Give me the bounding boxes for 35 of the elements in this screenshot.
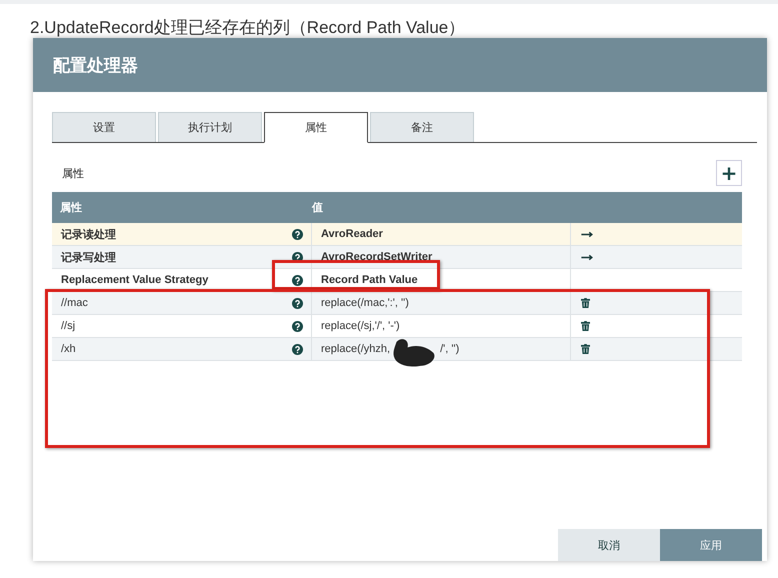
help-icon[interactable] [292,320,303,332]
tab[interactable]: 设置 [52,112,156,142]
column-header: 属性 [59,200,83,215]
help-icon[interactable] [292,344,303,354]
help-icon[interactable] [292,274,303,286]
arrow-icon[interactable] [581,230,594,238]
property-value: AvroReader [321,228,383,240]
section-label: 属性 [61,166,84,180]
property-name: //mac [61,297,88,309]
property-name: /xh [61,343,76,355]
property-value: replace(/mac,':', '') [321,297,409,309]
property-name: //sj [61,320,76,332]
property-value: replace(/sj,'/', '-') [321,320,400,332]
property-value: Record Path Value [321,274,418,286]
help-icon[interactable] [292,252,303,262]
trash-icon[interactable] [581,344,590,354]
help-icon[interactable] [292,228,303,240]
arrow-icon[interactable] [581,254,594,260]
property-name: Replacement Value Strategy [61,274,208,286]
property-name: 记录写处理 [61,250,116,264]
article-heading: 2.UpdateRecord处理已经存在的列（Record Path Value） [30,18,466,37]
trash-icon[interactable] [581,321,590,331]
property-name: 记录读处理 [61,228,116,242]
property-value: AvroRecordSetWriter [321,251,432,263]
tab[interactable]: 备注 [370,112,474,142]
column-header: 值 [312,200,323,215]
trash-icon[interactable] [581,298,590,308]
property-value: replace(/yhzh, [321,343,390,355]
help-icon[interactable] [292,298,303,308]
tab[interactable]: 属性 [264,112,368,143]
property-value: /', '') [440,343,460,355]
add-button[interactable]: + [716,160,742,186]
tab[interactable]: 执行计划 [158,112,262,142]
dialog-title: 配置处理器 [53,54,138,76]
cancel-button[interactable]: 取消 [558,529,660,561]
